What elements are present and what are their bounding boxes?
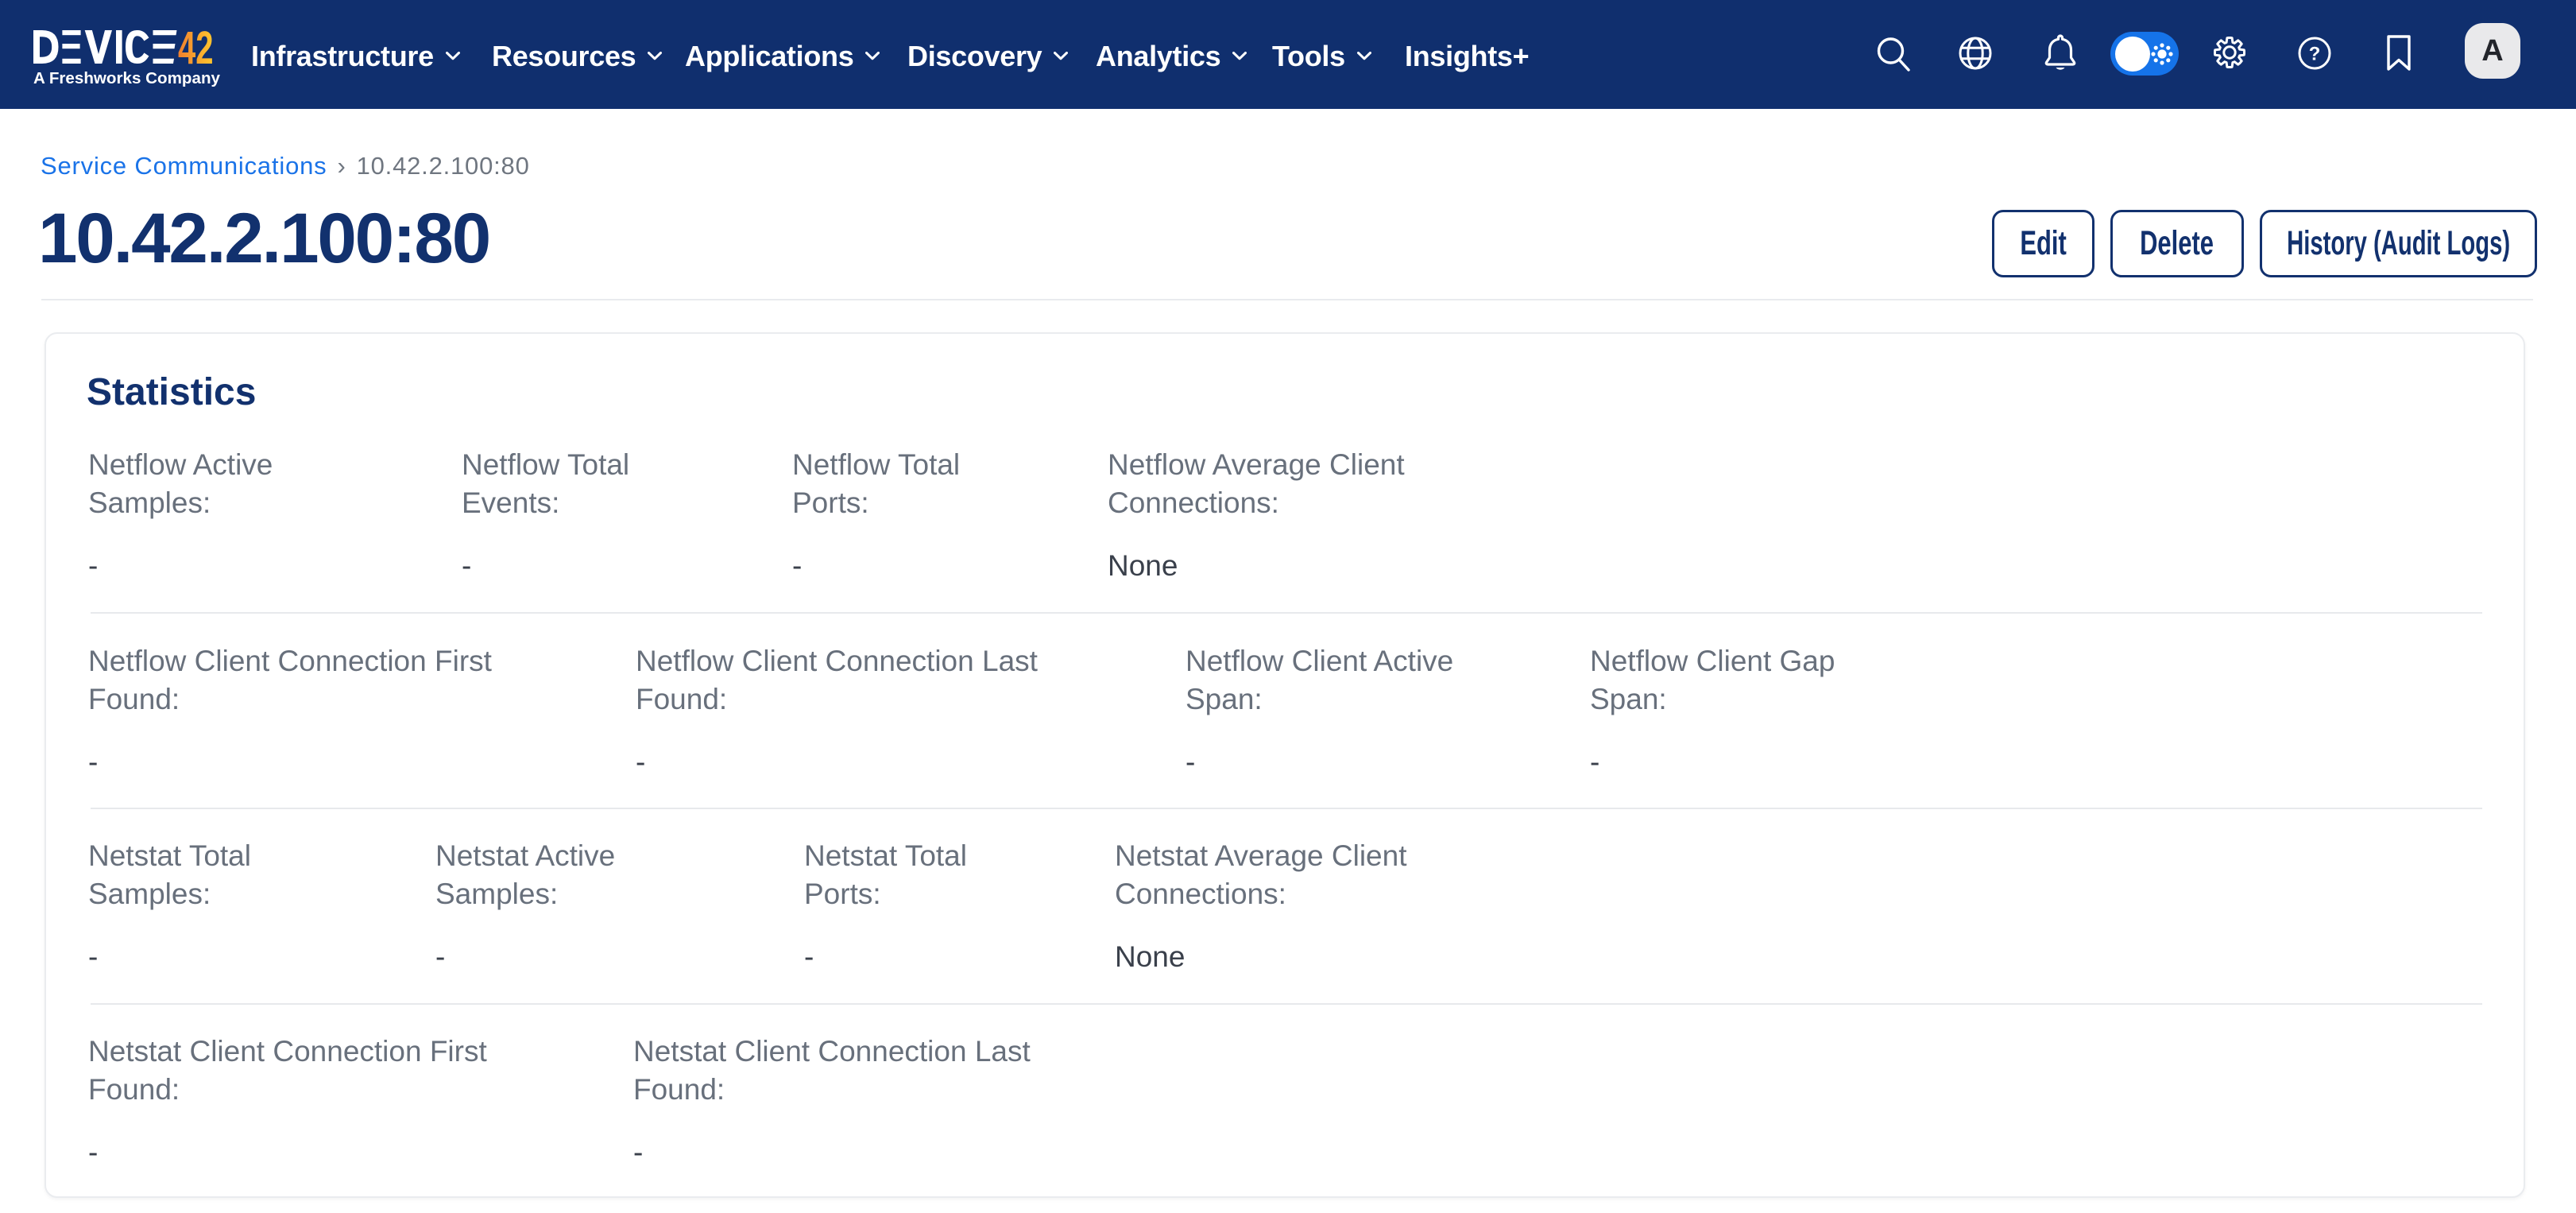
svg-text:?: ? (2309, 44, 2321, 65)
svg-text:A Freshworks Company: A Freshworks Company (33, 69, 221, 87)
svg-text:42: 42 (178, 29, 214, 74)
